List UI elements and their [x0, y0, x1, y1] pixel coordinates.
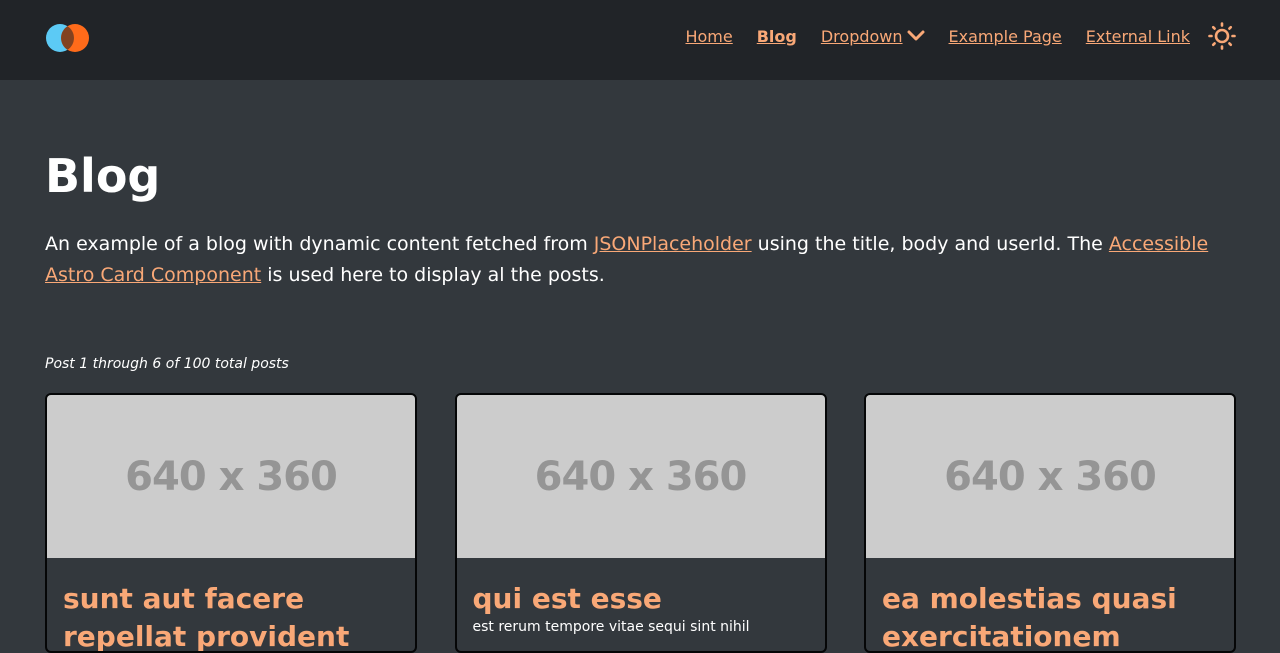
nav-blog[interactable]: Blog	[757, 27, 797, 46]
jsonplaceholder-link[interactable]: JSONPlaceholder	[594, 233, 752, 255]
sun-icon	[1208, 22, 1236, 50]
post-count: Post 1 through 6 of 100 total posts	[45, 356, 289, 372]
card-body: ea molestias quasi exercitationem	[866, 558, 1234, 651]
intro-text-part2: using the title, body and userId. The	[751, 233, 1109, 255]
intro-text-part1: An example of a blog with dynamic conten…	[45, 233, 594, 255]
intro-text-part3: is used here to display al the posts.	[261, 264, 605, 286]
main-nav: Home Blog Dropdown Example Page External…	[661, 0, 1236, 72]
nav-example-page[interactable]: Example Page	[949, 27, 1062, 46]
card-title-link[interactable]: sunt aut facere repellat provident	[63, 580, 399, 651]
card-image-placeholder: 640 x 360	[47, 395, 415, 558]
chevron-down-icon	[907, 29, 925, 43]
nav-dropdown[interactable]: Dropdown	[821, 27, 925, 46]
card-image-placeholder: 640 x 360	[866, 395, 1234, 558]
card-title-link[interactable]: ea molestias quasi exercitationem	[882, 580, 1218, 651]
nav-home[interactable]: Home	[685, 27, 732, 46]
page-title: Blog	[45, 149, 161, 203]
post-card: 640 x 360 qui est esse est rerum tempore…	[454, 393, 827, 653]
nav-dropdown-label: Dropdown	[820, 26, 903, 46]
site-header: Home Blog Dropdown Example Page External…	[0, 0, 1280, 80]
theme-toggle-button[interactable]	[1208, 22, 1236, 50]
card-title-link[interactable]: qui est esse	[473, 580, 809, 618]
intro-text: An example of a blog with dynamic conten…	[45, 229, 1235, 291]
card-text: est rerum tempore vitae sequi sint nihil	[472, 619, 750, 635]
card-body: sunt aut facere repellat provident	[47, 558, 415, 651]
post-card-grid: 640 x 360 sunt aut facere repellat provi…	[45, 393, 1236, 653]
card-body: qui est esse est rerum tempore vitae seq…	[457, 558, 825, 636]
post-card: 640 x 360 sunt aut facere repellat provi…	[45, 393, 417, 653]
nav-external-link[interactable]: External Link	[1086, 27, 1190, 46]
post-card: 640 x 360 ea molestias quasi exercitatio…	[864, 393, 1236, 653]
card-image-placeholder: 640 x 360	[456, 395, 825, 558]
